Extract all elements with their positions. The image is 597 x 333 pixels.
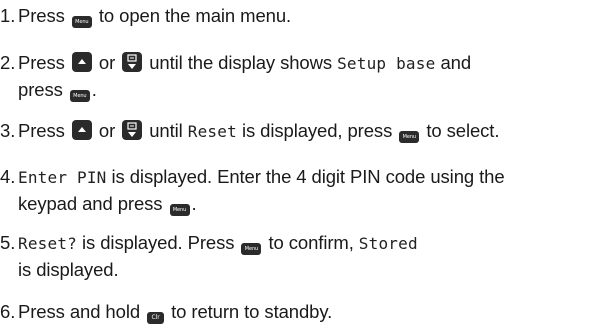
step-text-segment: is displayed, press <box>241 120 393 141</box>
clear-key-icon: Clr <box>147 312 165 324</box>
step-text: Enter PIN is displayed. Enter the 4 digi… <box>18 164 597 217</box>
step-number: 3. <box>0 120 16 141</box>
step-text-segment: or <box>98 52 116 73</box>
menu-key-icon: Menu <box>69 90 90 102</box>
menu-key-icon: Menu <box>399 131 420 143</box>
menu-key-icon: Menu <box>71 16 92 28</box>
step-text-segment: until the display shows <box>149 52 333 73</box>
display-text: Reset? <box>18 234 77 253</box>
step-text-segment: or <box>98 120 116 141</box>
step-text-segment: keypad and press <box>18 193 163 214</box>
display-text: Enter PIN <box>18 168 107 187</box>
step-number: 1. <box>0 5 16 26</box>
step-text-segment: Press <box>18 52 65 73</box>
step-number: 4. <box>0 166 16 187</box>
step-text: Press Menu to open the main menu. <box>18 3 597 29</box>
display-text: Reset <box>187 122 237 141</box>
display-text: Setup base <box>337 54 436 73</box>
menu-key-icon: Menu <box>169 204 190 216</box>
down-arrow-phonebook-key-icon <box>122 120 143 140</box>
step-text-segment: Press <box>18 5 65 26</box>
step-number: 5. <box>0 232 16 253</box>
step-text-segment: to select. <box>426 120 500 141</box>
step-text: Press or until Reset is displayed, press… <box>18 118 597 145</box>
up-arrow-key-icon <box>71 120 92 140</box>
menu-key-icon: Menu <box>241 243 262 255</box>
step-text-segment: to open the main menu. <box>98 5 292 26</box>
step-text-segment: . <box>91 79 97 100</box>
step-text-segment: to return to standby. <box>171 301 333 322</box>
up-arrow-key-icon <box>71 52 92 72</box>
step-text: Press and hold Clr to return to standby. <box>18 299 597 325</box>
step-number: 2. <box>0 52 16 73</box>
display-text: Stored <box>358 234 418 253</box>
step-text-segment: press <box>18 79 63 100</box>
step-text-segment: . <box>191 193 197 214</box>
step-text-segment: until <box>149 120 183 141</box>
step-text-segment: Press and hold <box>18 301 141 322</box>
step-text: Reset? is displayed. Press Menu to confi… <box>18 230 597 283</box>
step-text-segment: is displayed. <box>18 259 119 280</box>
step-text: Press or until the display shows Setup b… <box>18 50 597 103</box>
step-text-segment: is displayed. Press <box>82 232 235 253</box>
down-arrow-phonebook-key-icon <box>122 52 143 72</box>
step-text-segment: Press <box>18 120 65 141</box>
step-text-segment: is displayed. Enter the 4 digit PIN code… <box>111 166 505 187</box>
step-text-segment: and <box>440 52 472 73</box>
step-text-segment: to confirm, <box>268 232 354 253</box>
step-number: 6. <box>0 301 16 322</box>
